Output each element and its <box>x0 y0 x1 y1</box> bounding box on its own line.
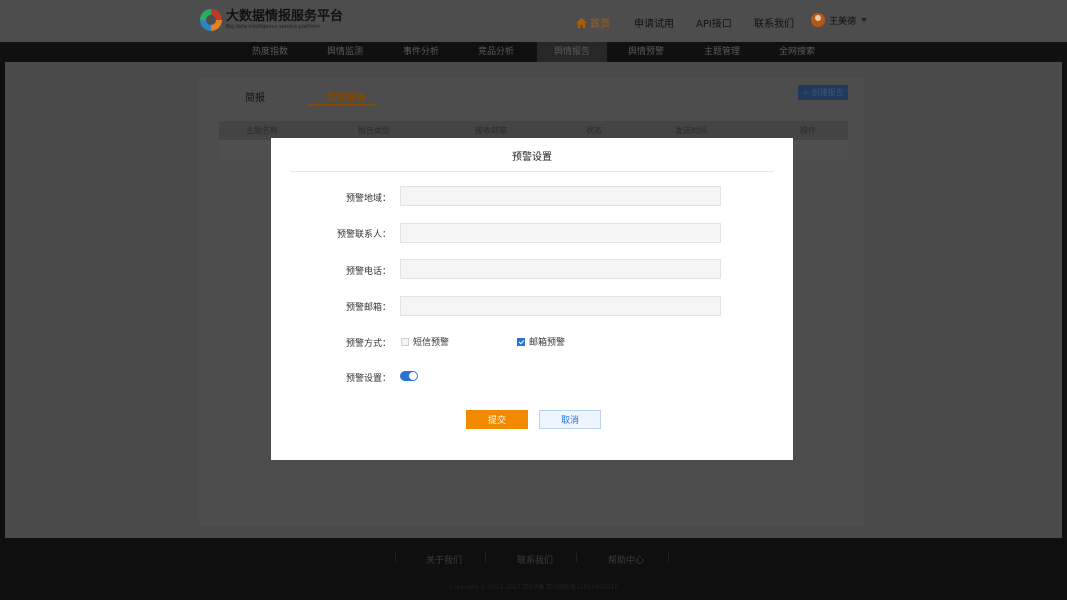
mainnav-global-search[interactable]: 全网搜索 <box>762 42 832 62</box>
nav-api[interactable]: API接口 <box>696 15 732 30</box>
region-input[interactable] <box>400 186 721 206</box>
footer-about[interactable]: 关于我们 <box>426 553 462 566</box>
modal-title: 预警设置 <box>512 152 552 163</box>
logo-subtitle: Big data intelligence service platform <box>226 24 320 30</box>
mainnav-report[interactable]: 舆情报告 <box>537 42 607 62</box>
footer-contact[interactable]: 联系我们 <box>517 553 553 566</box>
nav-contact[interactable]: 联系我们 <box>754 15 794 30</box>
logo[interactable]: 大数据情报服务平台 Big data intelligence service … <box>200 9 343 31</box>
email-label: 预警邮箱： <box>345 303 391 313</box>
footer-separator: | <box>484 553 488 563</box>
mainnav-alert[interactable]: 舆情预警 <box>611 42 681 62</box>
email-input[interactable] <box>400 296 721 316</box>
contact-input[interactable] <box>400 223 721 243</box>
phone-label: 预警电话： <box>345 267 391 277</box>
footer-separator: | <box>575 553 579 563</box>
alert-settings-modal: 预警设置 预警地域： 预警联系人： 预警电话： 预警邮箱： 预警方式： 短信预警… <box>271 138 793 460</box>
avatar <box>811 13 825 27</box>
email-alert-checkbox[interactable]: 邮箱预警 <box>517 335 565 348</box>
method-label: 预警方式： <box>345 339 391 349</box>
mainnav-event-analysis[interactable]: 事件分析 <box>386 42 456 62</box>
copyright: Copyright © 2013-2017 京ICP备 京公网安备1101080… <box>448 584 619 591</box>
checkbox-checked-icon <box>517 337 525 346</box>
mainnav-heat-index[interactable]: 热度指数 <box>235 42 305 62</box>
create-report-button[interactable]: + 创建报告 <box>798 85 848 100</box>
tab-data-report[interactable]: 数据报告 <box>326 89 366 104</box>
modal-divider <box>290 171 774 172</box>
phone-input[interactable] <box>400 259 721 279</box>
sms-alert-checkbox[interactable]: 短信预警 <box>401 335 449 348</box>
footer-separator: | <box>394 553 398 563</box>
nav-home[interactable]: 首页 <box>576 15 610 30</box>
alert-toggle[interactable] <box>400 371 418 381</box>
contact-label: 预警联系人： <box>336 230 391 240</box>
email-alert-label: 邮箱预警 <box>529 338 566 348</box>
home-icon <box>576 17 587 28</box>
user-menu[interactable]: 王美德 <box>811 13 868 27</box>
mainnav-monitoring[interactable]: 舆情监测 <box>310 42 380 62</box>
logo-title: 大数据情报服务平台 <box>226 9 344 24</box>
footer-help[interactable]: 帮助中心 <box>608 553 644 566</box>
cancel-button[interactable]: 取消 <box>539 410 601 429</box>
footer-separator: | <box>667 553 671 563</box>
nav-home-label: 首页 <box>590 19 610 30</box>
nav-trial[interactable]: 申请试用 <box>634 15 674 30</box>
region-label: 预警地域： <box>345 194 391 204</box>
main-nav: 热度指数 舆情监测 事件分析 竞品分析 舆情报告 舆情预警 主题管理 全网搜索 <box>0 42 1067 62</box>
active-tab-indicator <box>309 104 376 106</box>
logo-mark-icon <box>200 9 222 31</box>
switch-label: 预警设置： <box>345 374 391 384</box>
top-header: 大数据情报服务平台 Big data intelligence service … <box>0 0 1067 42</box>
mainnav-competitor-analysis[interactable]: 竞品分析 <box>461 42 531 62</box>
column-header-actions: 操作 <box>800 126 816 135</box>
toggle-knob <box>409 372 417 380</box>
mainnav-topic-management[interactable]: 主题管理 <box>687 42 757 62</box>
user-name: 王美德 <box>829 16 857 27</box>
checkbox-unchecked-icon <box>401 337 409 346</box>
chevron-down-icon <box>861 18 868 22</box>
submit-button[interactable]: 提交 <box>466 410 528 429</box>
sms-alert-label: 短信预警 <box>413 338 450 348</box>
tab-briefing[interactable]: 简报 <box>245 89 265 104</box>
